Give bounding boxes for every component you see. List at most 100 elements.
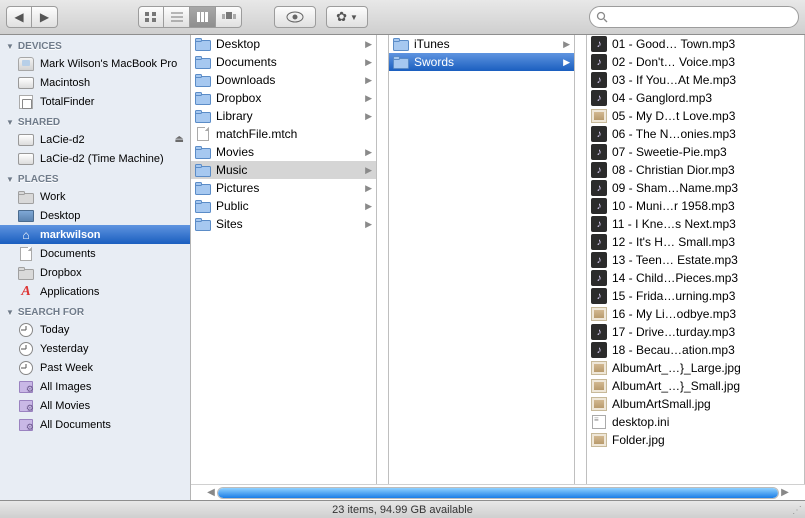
file-row[interactable]: 12 - It's H… Small.mp3: [587, 233, 804, 251]
disclosure-triangle-icon: ▼: [6, 42, 14, 51]
image-file-icon: [591, 378, 607, 394]
sidebar-item[interactable]: Dropbox: [0, 263, 190, 282]
eject-icon[interactable]: ⏏: [175, 134, 184, 145]
sidebar-item[interactable]: Yesterday: [0, 339, 190, 358]
file-row[interactable]: Dropbox▶: [191, 89, 376, 107]
file-row[interactable]: 16 - My Li…odbye.mp3: [587, 305, 804, 323]
file-row[interactable]: 10 - Muni…r 1958.mp3: [587, 197, 804, 215]
file-name: 14 - Child…Pieces.mp3: [612, 271, 800, 285]
back-button[interactable]: ◀: [6, 6, 32, 28]
drive-icon: [18, 132, 34, 148]
file-name: 08 - Christian Dior.mp3: [612, 163, 800, 177]
file-row[interactable]: 06 - The N…onies.mp3: [587, 125, 804, 143]
chevron-right-icon: ▶: [563, 39, 570, 50]
toolbar: ◀ ▶ ✿▼: [0, 0, 805, 35]
file-name: Dropbox: [216, 91, 361, 105]
file-row[interactable]: Public▶: [191, 197, 376, 215]
file-icon: [18, 246, 34, 262]
horizontal-scrollbar[interactable]: ◀ ▶: [191, 484, 805, 500]
resize-grip-icon[interactable]: ⋰: [792, 505, 802, 516]
file-row[interactable]: Library▶: [191, 107, 376, 125]
sidebar-item[interactable]: Past Week: [0, 358, 190, 377]
chevron-right-icon: ▶: [365, 201, 372, 212]
sidebar-item[interactable]: All Documents: [0, 415, 190, 434]
file-row[interactable]: AlbumArtSmall.jpg: [587, 395, 804, 413]
forward-button[interactable]: ▶: [32, 6, 58, 28]
quicklook-button[interactable]: [274, 6, 316, 28]
list-view-button[interactable]: [164, 6, 190, 28]
clock-icon: [18, 322, 34, 338]
coverflow-view-button[interactable]: [216, 6, 242, 28]
file-row[interactable]: 03 - If You…At Me.mp3: [587, 71, 804, 89]
file-row[interactable]: 05 - My D…t Love.mp3: [587, 107, 804, 125]
file-row[interactable]: 09 - Sham…Name.mp3: [587, 179, 804, 197]
file-row[interactable]: Music▶: [191, 161, 376, 179]
file-row[interactable]: Sites▶: [191, 215, 376, 233]
sidebar-item[interactable]: Desktop: [0, 206, 190, 225]
file-row[interactable]: iTunes▶: [389, 35, 574, 53]
file-row[interactable]: desktop.ini: [587, 413, 804, 431]
file-name: 05 - My D…t Love.mp3: [612, 109, 800, 123]
folder-icon: [195, 180, 211, 196]
sidebar-item[interactable]: Work: [0, 187, 190, 206]
sidebar-section-header[interactable]: ▼SEARCH FOR: [0, 301, 190, 320]
sidebar-item-label: markwilson: [40, 229, 184, 241]
clock-icon: [18, 360, 34, 376]
file-row[interactable]: 02 - Don't… Voice.mp3: [587, 53, 804, 71]
file-row[interactable]: 04 - Ganglord.mp3: [587, 89, 804, 107]
file-row[interactable]: Pictures▶: [191, 179, 376, 197]
file-row[interactable]: matchFile.mtch: [191, 125, 376, 143]
disclosure-triangle-icon: ▼: [6, 118, 14, 127]
sidebar-item[interactable]: LaCie-d2⏏: [0, 130, 190, 149]
file-row[interactable]: 18 - Becau…ation.mp3: [587, 341, 804, 359]
sidebar-item[interactable]: Mark Wilson's MacBook Pro: [0, 54, 190, 73]
icon-view-button[interactable]: [138, 6, 164, 28]
music-file-icon: [591, 198, 607, 214]
file-row[interactable]: Documents▶: [191, 53, 376, 71]
chevron-right-icon: ▶: [365, 111, 372, 122]
file-row[interactable]: 01 - Good… Town.mp3: [587, 35, 804, 53]
search-field[interactable]: [589, 6, 799, 28]
sidebar-item[interactable]: Applications: [0, 282, 190, 301]
sidebar-section-header[interactable]: ▼DEVICES: [0, 35, 190, 54]
action-menu-button[interactable]: ✿▼: [326, 6, 368, 28]
file-row[interactable]: 07 - Sweetie-Pie.mp3: [587, 143, 804, 161]
sidebar-item[interactable]: TotalFinder: [0, 92, 190, 111]
folder-icon: [195, 144, 211, 160]
sidebar-item-label: Macintosh: [40, 77, 184, 89]
file-row[interactable]: 15 - Frida…urning.mp3: [587, 287, 804, 305]
file-row[interactable]: Swords▶: [389, 53, 574, 71]
music-file-icon: [591, 270, 607, 286]
sidebar-item[interactable]: Today: [0, 320, 190, 339]
file-row[interactable]: Movies▶: [191, 143, 376, 161]
sidebar-item[interactable]: Documents: [0, 244, 190, 263]
sidebar-item-label: Applications: [40, 286, 184, 298]
file-name: desktop.ini: [612, 415, 800, 429]
search-input[interactable]: [612, 11, 792, 23]
sidebar-item[interactable]: All Images: [0, 377, 190, 396]
sidebar-item-label: Dropbox: [40, 267, 184, 279]
music-file-icon: [591, 126, 607, 142]
sidebar-item[interactable]: LaCie-d2 (Time Machine): [0, 149, 190, 168]
column-resize-handle[interactable]: [377, 35, 389, 500]
disclosure-triangle-icon: ▼: [6, 175, 14, 184]
sidebar-item[interactable]: Macintosh: [0, 73, 190, 92]
file-name: 06 - The N…onies.mp3: [612, 127, 800, 141]
file-row[interactable]: Desktop▶: [191, 35, 376, 53]
file-name: Sites: [216, 217, 361, 231]
file-row[interactable]: Downloads▶: [191, 71, 376, 89]
sidebar-section-header[interactable]: ▼PLACES: [0, 168, 190, 187]
file-row[interactable]: 17 - Drive…turday.mp3: [587, 323, 804, 341]
file-row[interactable]: Folder.jpg: [587, 431, 804, 449]
file-row[interactable]: 08 - Christian Dior.mp3: [587, 161, 804, 179]
column-resize-handle[interactable]: [575, 35, 587, 500]
file-row[interactable]: AlbumArt_…}_Large.jpg: [587, 359, 804, 377]
sidebar-section-header[interactable]: ▼SHARED: [0, 111, 190, 130]
column-view-button[interactable]: [190, 6, 216, 28]
sidebar-item[interactable]: ⌂markwilson: [0, 225, 190, 244]
sidebar-item[interactable]: All Movies: [0, 396, 190, 415]
file-row[interactable]: 13 - Teen… Estate.mp3: [587, 251, 804, 269]
file-row[interactable]: AlbumArt_…}_Small.jpg: [587, 377, 804, 395]
file-row[interactable]: 11 - I Kne…s Next.mp3: [587, 215, 804, 233]
file-row[interactable]: 14 - Child…Pieces.mp3: [587, 269, 804, 287]
